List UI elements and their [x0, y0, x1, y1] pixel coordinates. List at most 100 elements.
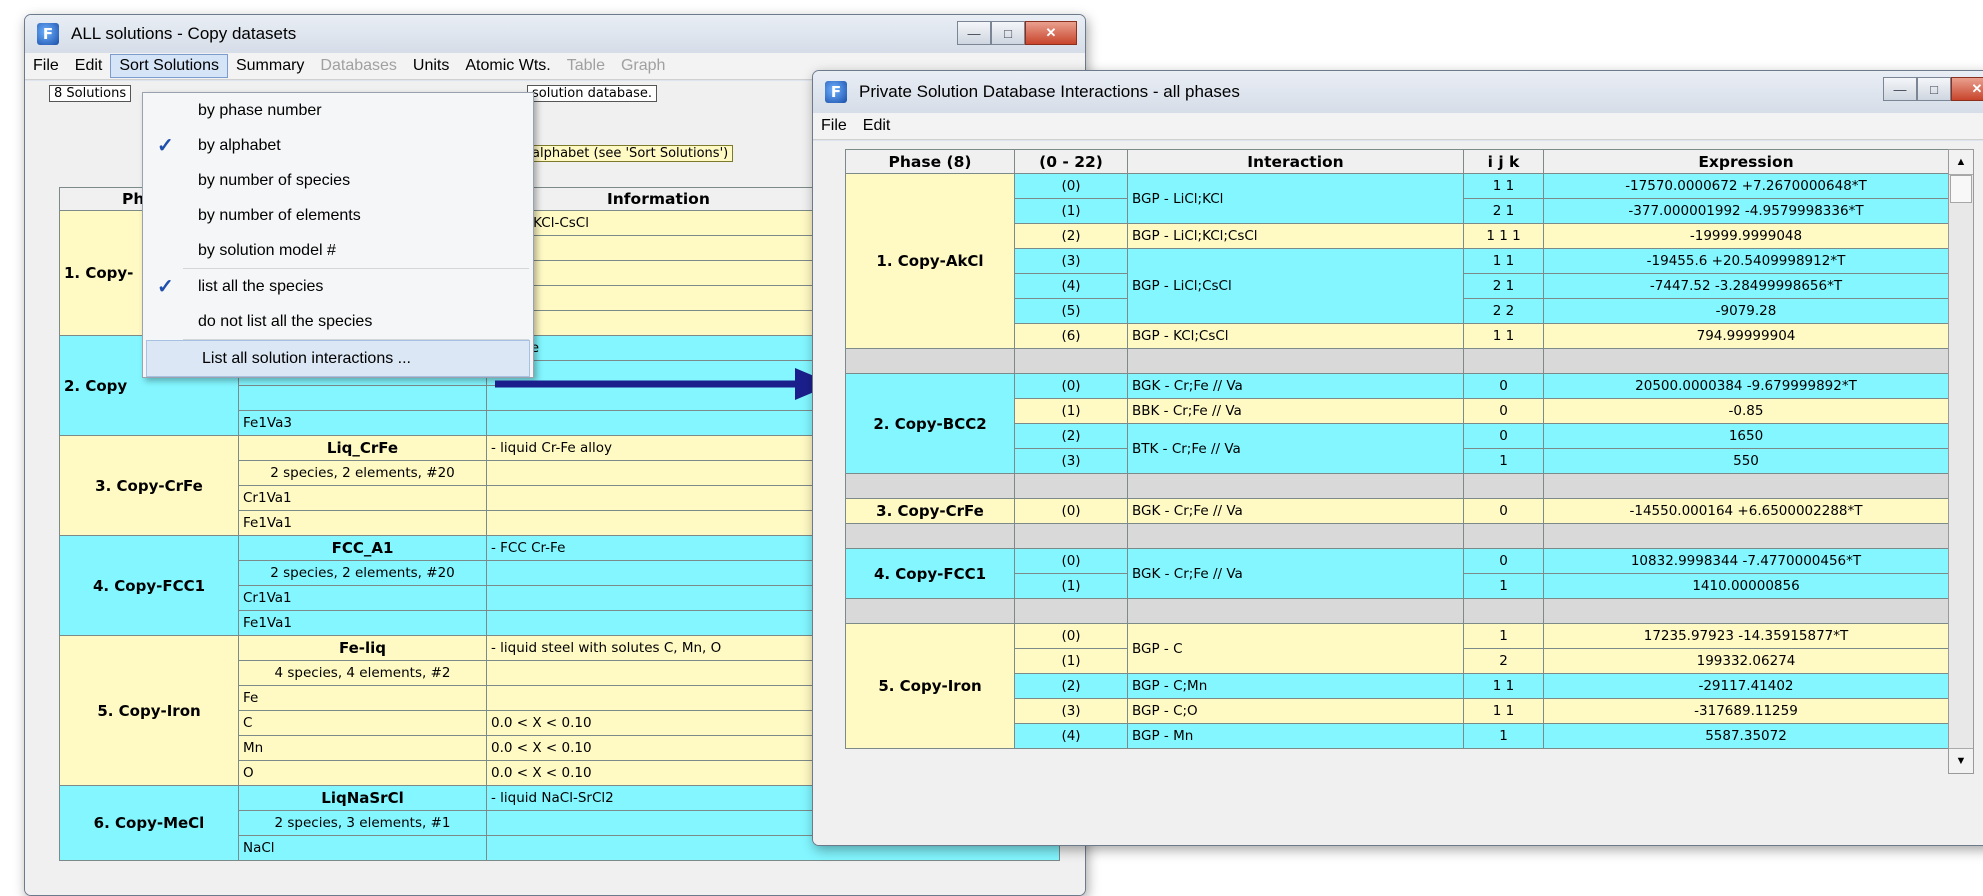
ijk-cell: 1 1 [1463, 698, 1544, 724]
model-cell: LiqNaSrCl [238, 785, 487, 811]
close-button[interactable]: ✕ [1951, 77, 1983, 101]
expression-cell: 199332.06274 [1543, 648, 1949, 674]
expression-cell: -0.85 [1543, 398, 1949, 424]
separator-row [845, 598, 1949, 624]
minimize-button[interactable]: — [1883, 77, 1917, 101]
expression-cell: 1650 [1543, 423, 1949, 449]
header-expression[interactable]: Expression [1543, 149, 1949, 174]
interaction-cell: BGP - C [1127, 623, 1464, 674]
ijk-cell: 2 1 [1463, 198, 1544, 224]
model-cell: Liq_CrFe [238, 435, 487, 461]
menu-edit[interactable]: Edit [855, 115, 899, 137]
phase-cell[interactable]: 5. Copy-Iron [845, 623, 1015, 749]
index-cell: (3) [1014, 698, 1128, 724]
index-cell: (0) [1014, 373, 1128, 399]
expression-cell: -377.000001992 -4.9579998336*T [1543, 198, 1949, 224]
scroll-up-arrow-icon[interactable]: ▲ [1949, 150, 1973, 175]
menu-table[interactable]: Table [559, 55, 613, 77]
index-cell: (5) [1014, 298, 1128, 324]
index-cell: (2) [1014, 223, 1128, 249]
index-cell: (1) [1014, 648, 1128, 674]
menu-item-by-phase-number[interactable]: by phase number [143, 93, 533, 128]
solutions-count-box: 8 Solutions [49, 85, 132, 102]
phase-cell[interactable]: 3. Copy-CrFe [845, 498, 1015, 524]
species-cell: C [238, 710, 487, 736]
phase-cell[interactable]: 5. Copy-Iron [59, 635, 239, 786]
ijk-cell: 1 1 [1463, 323, 1544, 349]
menu-item-list-interactions[interactable]: List all solution interactions ... [146, 340, 530, 377]
ijk-cell: 1 1 [1463, 673, 1544, 699]
maximize-button[interactable]: □ [991, 21, 1025, 45]
ijk-cell: 1 [1463, 448, 1544, 474]
minimize-button[interactable]: — [957, 21, 991, 45]
checkmark-icon: ✓ [157, 135, 174, 157]
model-cell: FCC_A1 [238, 535, 487, 561]
interaction-cell: BGP - KCl;CsCl [1127, 323, 1464, 349]
ijk-cell: 1 1 1 [1463, 223, 1544, 249]
menu-item-do-not-list-species[interactable]: do not list all the species [143, 304, 533, 339]
menu-item-by-number-of-species[interactable]: by number of species [143, 163, 533, 198]
phase-cell[interactable]: 2. Copy-BCC2 [845, 373, 1015, 474]
close-button[interactable]: ✕ [1025, 21, 1077, 45]
species-cell: Cr1Va1 [238, 485, 487, 511]
menu-units[interactable]: Units [405, 55, 457, 77]
menu-edit[interactable]: Edit [67, 55, 111, 77]
menu-item-by-solution-model[interactable]: by solution model # [143, 233, 533, 268]
menu-item-list-all-species[interactable]: ✓ list all the species [143, 269, 533, 304]
menu-item-by-number-of-elements[interactable]: by number of elements [143, 198, 533, 233]
menu-sort-solutions[interactable]: Sort Solutions [110, 54, 228, 78]
interaction-cell: BGK - Cr;Fe // Va [1127, 498, 1464, 524]
separator-row [845, 348, 1949, 374]
interaction-cell: BGP - C;O [1127, 698, 1464, 724]
menu-file[interactable]: File [25, 55, 67, 77]
index-cell: (2) [1014, 423, 1128, 449]
ijk-cell: 0 [1463, 548, 1544, 574]
expression-cell: 5587.35072 [1543, 723, 1949, 749]
ijk-cell: 1 [1463, 623, 1544, 649]
database-box: solution database. [527, 85, 658, 102]
header-phase[interactable]: Phase (8) [845, 149, 1015, 174]
expression-cell: -29117.41402 [1543, 673, 1949, 699]
header-ijk[interactable]: i j k [1463, 149, 1544, 174]
titlebar[interactable]: F Private Solution Database Interactions… [813, 71, 1983, 113]
menu-summary[interactable]: Summary [228, 55, 312, 77]
ijk-cell: 0 [1463, 423, 1544, 449]
menu-file[interactable]: File [813, 115, 855, 137]
index-cell: (0) [1014, 173, 1128, 199]
menu-databases[interactable]: Databases [312, 55, 405, 77]
phase-cell[interactable]: 3. Copy-CrFe [59, 435, 239, 536]
menu-atomic-wts[interactable]: Atomic Wts. [457, 55, 558, 77]
maximize-button[interactable]: □ [1917, 77, 1951, 101]
expression-cell: -19999.9999048 [1543, 223, 1949, 249]
interaction-cell: BGP - LiCl;KCl;CsCl [1127, 223, 1464, 249]
sort-order-box: alphabet (see 'Sort Solutions') [527, 145, 734, 162]
scroll-thumb[interactable] [1950, 175, 1972, 203]
menu-graph[interactable]: Graph [613, 55, 673, 77]
interaction-cell: BGP - C;Mn [1127, 673, 1464, 699]
phase-cell[interactable]: 1. Copy-AkCl [845, 173, 1015, 349]
header-index[interactable]: (0 - 22) [1014, 149, 1128, 174]
expression-cell: 10832.9998344 -7.4770000456*T [1543, 548, 1949, 574]
vertical-scrollbar[interactable]: ▲ ▼ [1948, 149, 1974, 774]
ijk-cell: 1 1 [1463, 173, 1544, 199]
index-cell: (2) [1014, 673, 1128, 699]
scroll-down-arrow-icon[interactable]: ▼ [1949, 748, 1973, 773]
phase-cell[interactable]: 4. Copy-FCC1 [845, 548, 1015, 599]
expression-cell: -17570.0000672 +7.2670000648*T [1543, 173, 1949, 199]
checkmark-icon: ✓ [157, 276, 174, 298]
species-cell: O [238, 760, 487, 786]
expression-cell: -9079.28 [1543, 298, 1949, 324]
interactions-window: F Private Solution Database Interactions… [812, 70, 1983, 846]
index-cell: (1) [1014, 573, 1128, 599]
index-cell: (0) [1014, 498, 1128, 524]
ijk-cell: 1 [1463, 723, 1544, 749]
phase-cell[interactable]: 4. Copy-FCC1 [59, 535, 239, 636]
titlebar[interactable]: F ALL solutions - Copy datasets — □ ✕ [25, 15, 1085, 53]
phase-cell[interactable]: 6. Copy-MeCl [59, 785, 239, 861]
species-cell: Fe [238, 685, 487, 711]
ijk-cell: 1 1 [1463, 248, 1544, 274]
ijk-cell: 0 [1463, 398, 1544, 424]
header-interaction[interactable]: Interaction [1127, 149, 1464, 174]
menu-item-by-alphabet[interactable]: ✓ by alphabet [143, 128, 533, 163]
expression-cell: 1410.00000856 [1543, 573, 1949, 599]
